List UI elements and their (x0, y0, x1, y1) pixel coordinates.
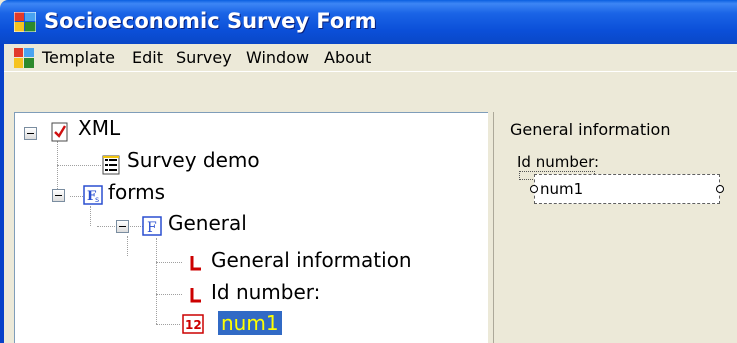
app-icon (14, 12, 36, 32)
tree-connector (156, 238, 157, 324)
collapse-toggle[interactable] (116, 220, 129, 233)
tree-connector (70, 196, 83, 197)
label-icon (190, 288, 201, 303)
forms-icon: F s (83, 185, 103, 205)
numeric-field-icon: 12 (182, 314, 204, 334)
menu-window[interactable]: Window (244, 48, 311, 67)
menu-survey[interactable]: Survey (174, 48, 234, 67)
tree-node-num1[interactable]: num1 (218, 311, 282, 335)
tree-node-survey-demo[interactable]: Survey demo (124, 148, 263, 172)
designer-panel (493, 112, 737, 343)
resize-handle-left[interactable] (530, 185, 538, 193)
panel-title: General information (510, 120, 671, 139)
tree-connector (156, 324, 180, 325)
tree-connector (127, 236, 128, 256)
svg-text:F: F (147, 220, 157, 236)
collapse-toggle[interactable] (52, 189, 65, 202)
label-icon (190, 256, 201, 271)
window-title: Socioeconomic Survey Form (44, 9, 377, 33)
svg-text:12: 12 (185, 318, 202, 332)
tree-node-general-information[interactable]: General information (208, 248, 415, 272)
tree-node-id-number[interactable]: Id number: (208, 280, 323, 304)
xml-document-icon (51, 122, 68, 142)
tree-node-xml[interactable]: XML (75, 116, 123, 140)
svg-text:s: s (95, 195, 99, 204)
menu-template[interactable]: Template (40, 48, 117, 67)
num1-textbox-value: num1 (540, 180, 584, 198)
tree-connector (156, 262, 182, 263)
survey-list-icon (102, 155, 120, 175)
tree-view[interactable] (14, 112, 488, 343)
tree-node-general[interactable]: General (165, 211, 250, 235)
resize-handle-right[interactable] (716, 185, 724, 193)
tree-connector (57, 165, 101, 166)
menu-edit[interactable]: Edit (130, 48, 165, 67)
tree-node-forms[interactable]: forms (105, 180, 168, 204)
mdi-child-icon[interactable] (14, 48, 34, 68)
title-bar[interactable]: Socioeconomic Survey Form (0, 0, 737, 44)
menu-about[interactable]: About (322, 48, 373, 67)
field-label[interactable]: Id number: (517, 153, 599, 171)
collapse-toggle[interactable] (24, 127, 37, 140)
tree-connector (90, 206, 91, 226)
tree-connector (156, 294, 182, 295)
menu-bar: Template Edit Survey Window About (4, 44, 737, 72)
window-frame-left (0, 44, 4, 343)
form-icon: F (142, 216, 162, 236)
